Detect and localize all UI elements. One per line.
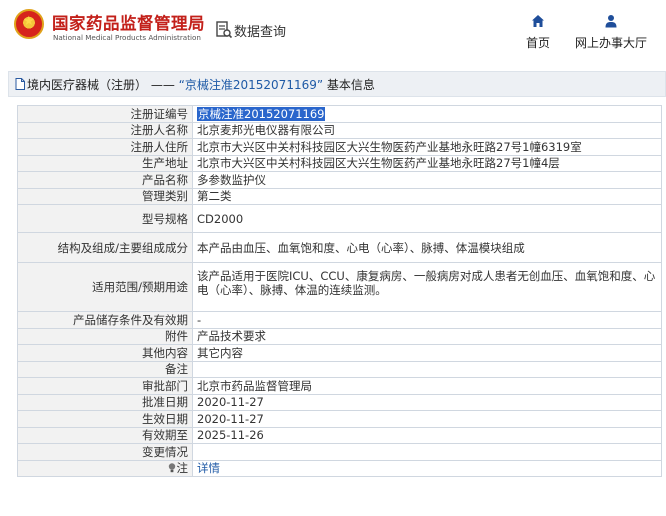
detail-row: 附件 产品技术要求 [17,327,662,345]
detail-row: 变更情况 [17,443,662,461]
detail-value: 详情 [192,459,662,477]
detail-value [192,443,662,461]
detail-value: 京械注准20152071169 [192,105,662,123]
site-name[interactable]: 国家药品监督管理局 [52,10,205,34]
database-query-link[interactable]: 数据查询 [216,19,286,41]
detail-label: 备注 [17,360,193,378]
note-label: 注 [176,461,189,476]
detail-row: 有效期至 2025-11-26 [17,426,662,444]
detail-value: 产品技术要求 [192,327,662,345]
detail-label: 适用范围/预期用途 [17,262,193,312]
detail-value: 北京麦邦光电仪器有限公司 [192,121,662,139]
detail-value [192,360,662,378]
home-icon [532,15,544,27]
detail-label: 批准日期 [17,393,193,411]
detail-row: 注册人住所 北京市大兴区中关村科技园区大兴生物医药产业基地永旺路27号1幢631… [17,138,662,156]
detail-row: 批准日期 2020-11-27 [17,393,662,411]
detail-label: 注册证编号 [17,105,193,123]
detail-value: CD2000 [192,204,662,233]
detail-value: 本产品由血压、血氧饱和度、心电（心率）、脉搏、体温模块组成 [192,232,662,263]
lightbulb-icon [168,463,175,473]
detail-label: 注册人住所 [17,138,193,156]
record-category: 境内医疗器械（注册） [27,77,148,92]
detail-row: 适用范围/预期用途 该产品适用于医院ICU、CCU、康复病房、一般病房对成人患者… [17,262,662,312]
detail-row: 注 详情 [17,459,662,477]
detail-row: 产品储存条件及有效期 - [17,311,662,329]
device-detail-table: 注册证编号 京械注准20152071169 注册人名称 北京麦邦光电仪器有限公司… [17,105,662,477]
record-number-link[interactable]: “京械注准20152071169” [179,78,323,92]
record-title: 境内医疗器械（注册） —— “京械注准20152071169” 基本信息 [27,76,375,93]
registration-number-highlight[interactable]: 京械注准20152071169 [197,106,326,121]
detail-value: 2020-11-27 [192,410,662,428]
nav-home[interactable]: 首页 [521,14,555,51]
detail-label: 管理类别 [17,187,193,205]
site-header: 国家药品监督管理局 National Medical Products Admi… [0,0,666,62]
detail-row: 其他内容 其它内容 [17,344,662,362]
detail-value: - [192,311,662,329]
detail-value: 该产品适用于医院ICU、CCU、康复病房、一般病房对成人患者无创血压、血氧饱和度… [192,262,662,312]
detail-value: 北京市药品监督管理局 [192,377,662,395]
detail-value: 第二类 [192,187,662,205]
detail-label: 注册人名称 [17,121,193,139]
database-query-label: 数据查询 [234,24,287,40]
national-emblem-icon [14,9,44,39]
detail-value: 北京市大兴区中关村科技园区大兴生物医药产业基地永旺路27号1幢4层 [192,154,662,172]
detail-row: 生产地址 北京市大兴区中关村科技园区大兴生物医药产业基地永旺路27号1幢4层 [17,154,662,172]
detail-value: 北京市大兴区中关村科技园区大兴生物医药产业基地永旺路27号1幢6319室 [192,138,662,156]
detail-label: 变更情况 [17,443,193,461]
detail-label: 其他内容 [17,344,193,362]
nav-online-service-hall[interactable]: 网上办事大厅 [571,14,651,51]
detail-row: 产品名称 多参数监护仪 [17,171,662,189]
detail-row: 备注 [17,360,662,378]
detail-value: 多参数监护仪 [192,171,662,189]
detail-label: 审批部门 [17,377,193,395]
detail-row: 管理类别 第二类 [17,187,662,205]
detail-row: 结构及组成/主要组成成分 本产品由血压、血氧饱和度、心电（心率）、脉搏、体温模块… [17,232,662,263]
detail-label: 生产地址 [17,154,193,172]
detail-row: 审批部门 北京市药品监督管理局 [17,377,662,395]
detail-value: 2025-11-26 [192,426,662,444]
detail-value: 其它内容 [192,344,662,362]
detail-value: 2020-11-27 [192,393,662,411]
record-title-bar: 境内医疗器械（注册） —— “京械注准20152071169” 基本信息 [8,71,666,97]
title-dash: —— [147,77,179,92]
detail-row: 注册人名称 北京麦邦光电仪器有限公司 [17,121,662,139]
user-icon [605,15,617,28]
detail-label: 结构及组成/主要组成成分 [17,232,193,263]
details-link[interactable]: 详情 [197,461,220,475]
site-name-en: National Medical Products Administration [53,33,201,42]
detail-label: 型号规格 [17,204,193,233]
detail-label: 产品储存条件及有效期 [17,311,193,329]
detail-label: 有效期至 [17,426,193,444]
detail-label: 附件 [17,327,193,345]
document-icon [15,78,25,90]
detail-row: 型号规格 CD2000 [17,204,662,233]
detail-label: 生效日期 [17,410,193,428]
detail-row: 生效日期 2020-11-27 [17,410,662,428]
title-suffix: 基本信息 [323,77,375,92]
nav-online-service-hall-label: 网上办事大厅 [574,36,647,50]
detail-label: 产品名称 [17,171,193,189]
nav-home-label: 首页 [525,36,550,50]
database-search-icon [216,21,232,39]
detail-row: 注册证编号 京械注准20152071169 [17,105,662,123]
detail-label: 注 [17,459,193,477]
